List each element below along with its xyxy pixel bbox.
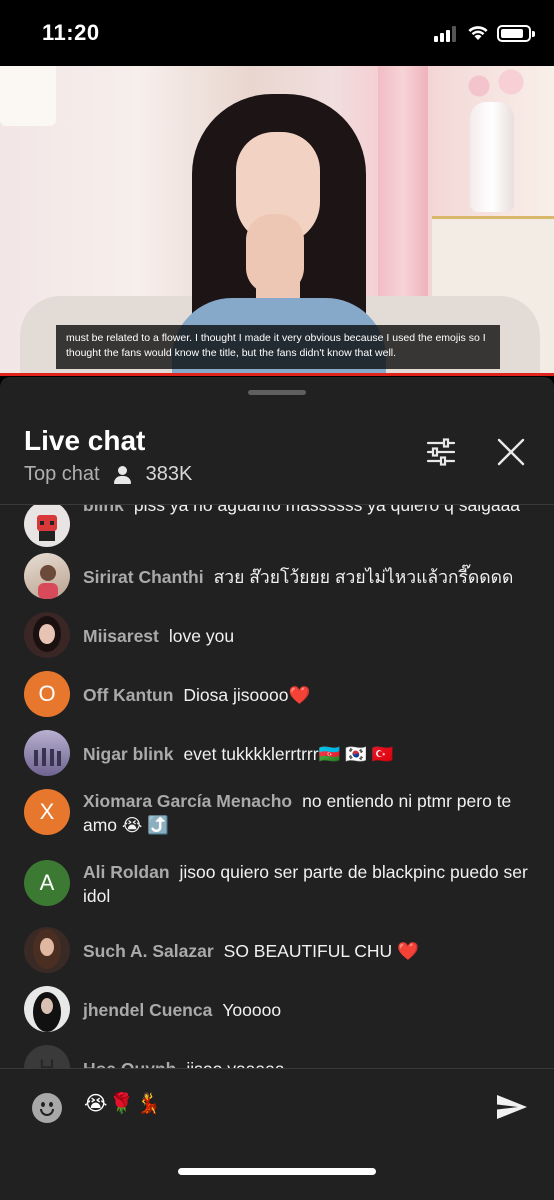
signal-bars-icon bbox=[434, 26, 460, 42]
message-author[interactable]: Nigar blink bbox=[83, 744, 173, 764]
user-avatar[interactable]: X bbox=[24, 789, 70, 835]
message-body: Nigar blink evet tukkkklerrtrrr🇦🇿 🇰🇷 🇹🇷 bbox=[83, 742, 533, 766]
avatar-letter: O bbox=[38, 681, 56, 706]
video-caption: must be related to a flower. I thought I… bbox=[56, 325, 500, 369]
sliders-icon[interactable] bbox=[424, 435, 458, 469]
user-avatar[interactable]: A bbox=[24, 860, 70, 906]
status-bar: 11:20 bbox=[0, 0, 554, 66]
user-avatar[interactable] bbox=[24, 986, 70, 1032]
message-body: jhendel Cuenca Yooooo bbox=[83, 998, 533, 1022]
avatar-letter: A bbox=[39, 870, 55, 895]
message-body: Ali Roldan jisoo quiero ser parte de blac… bbox=[83, 860, 533, 908]
user-avatar[interactable] bbox=[24, 505, 70, 547]
message-body: Hoa Quynh jisoo yaaaaa bbox=[83, 1057, 533, 1068]
home-indicator[interactable] bbox=[178, 1168, 376, 1175]
message-author[interactable]: blink bbox=[83, 505, 124, 515]
send-icon[interactable] bbox=[496, 1093, 528, 1121]
chat-title: Live chat bbox=[24, 425, 146, 456]
message-text: evet tukkkklerrtrrr🇦🇿 🇰🇷 🇹🇷 bbox=[183, 744, 394, 764]
message-text: piss ya no aguanto massssss ya quiero q … bbox=[133, 505, 521, 515]
battery-icon bbox=[497, 25, 535, 42]
viewer-count: 383K bbox=[145, 463, 193, 485]
chat-mode-label: Top chat bbox=[24, 463, 100, 485]
avatar-letter: X bbox=[39, 799, 55, 824]
user-avatar[interactable]: O bbox=[24, 671, 70, 717]
avatar-letter: H bbox=[39, 1055, 55, 1068]
status-time: 11:20 bbox=[42, 20, 100, 45]
user-avatar[interactable] bbox=[24, 612, 70, 658]
message-text: สวย ส๊วยโว้ยยย สวยไม่ไหวแล้วกรี๊ดดดด bbox=[213, 567, 514, 587]
video-progress-bar[interactable] bbox=[0, 373, 554, 376]
message-text: Diosa jisoooo❤️ bbox=[183, 685, 311, 705]
user-avatar[interactable] bbox=[24, 927, 70, 973]
message-body: Such A. Salazar SO BEAUTIFUL CHU ❤️ bbox=[83, 939, 533, 963]
message-author[interactable]: Miisarest bbox=[83, 626, 159, 646]
caption-line: must be related to a flower. I thought I… bbox=[66, 332, 486, 344]
video-player[interactable]: must be related to a flower. I thought I… bbox=[0, 66, 554, 376]
user-avatar[interactable] bbox=[24, 553, 70, 599]
message-text: jisoo yaaaaa bbox=[186, 1059, 284, 1068]
message-text: Yooooo bbox=[222, 1000, 282, 1020]
message-body: Sirirat Chanthi สวย ส๊วยโว้ยยย สวยไม่ไหวแ… bbox=[83, 565, 533, 589]
message-author[interactable]: Sirirat Chanthi bbox=[83, 567, 204, 587]
message-body: Xiomara García Menacho no entiendo ni ptm… bbox=[83, 789, 533, 837]
message-author[interactable]: Xiomara García Menacho bbox=[83, 791, 292, 811]
wifi-icon bbox=[468, 26, 488, 40]
chat-input[interactable]: 😭🌹💃 bbox=[84, 1091, 163, 1116]
close-icon[interactable] bbox=[494, 435, 528, 469]
chat-composer: 😭🌹💃 bbox=[0, 1069, 554, 1200]
message-body: Miisarest love you bbox=[83, 624, 533, 648]
drag-handle[interactable] bbox=[248, 390, 306, 395]
message-author[interactable]: Such A. Salazar bbox=[83, 941, 214, 961]
message-text: SO BEAUTIFUL CHU ❤️ bbox=[223, 941, 419, 961]
caption-line: thought the fans would know the title, b… bbox=[66, 347, 397, 359]
message-author[interactable]: jhendel Cuenca bbox=[83, 1000, 212, 1020]
message-body: Off Kantun Diosa jisoooo❤️ bbox=[83, 683, 533, 707]
message-text: love you bbox=[168, 626, 235, 646]
user-avatar[interactable] bbox=[24, 730, 70, 776]
message-author[interactable]: Hoa Quynh bbox=[83, 1059, 176, 1068]
person-icon bbox=[113, 465, 132, 484]
chat-message-list[interactable]: blink piss ya no aguanto massssss ya quie… bbox=[0, 505, 554, 1068]
message-body: blink piss ya no aguanto massssss ya quie… bbox=[83, 505, 533, 517]
live-chat-panel: Live chat Top chat 383K blink piss ya no… bbox=[0, 377, 554, 1200]
user-avatar[interactable]: H bbox=[24, 1045, 70, 1068]
chat-mode-selector[interactable]: Top chat 383K bbox=[24, 463, 192, 486]
emoji-smiley-icon[interactable] bbox=[32, 1093, 62, 1123]
message-author[interactable]: Off Kantun bbox=[83, 685, 173, 705]
message-author[interactable]: Ali Roldan bbox=[83, 862, 170, 882]
